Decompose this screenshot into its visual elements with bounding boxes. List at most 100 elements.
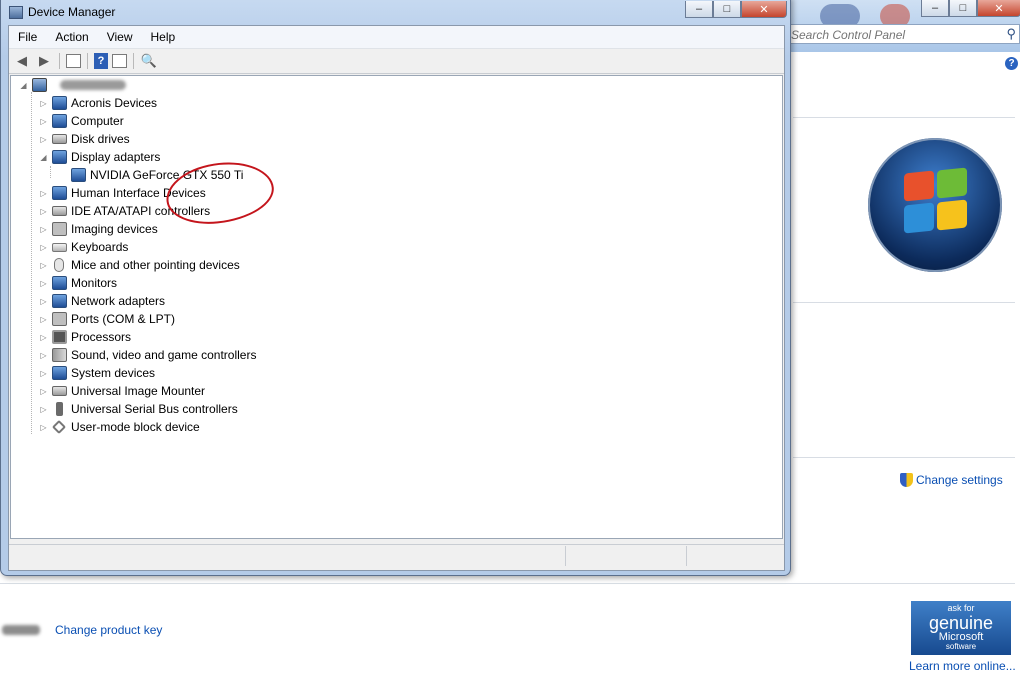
divider — [0, 583, 1015, 584]
disk-icon — [52, 134, 67, 144]
search-input[interactable] — [787, 25, 998, 45]
expand-arrow-icon[interactable]: ▷ — [39, 99, 48, 108]
tree-item-network-adapters[interactable]: ▷ Network adapters — [39, 292, 165, 310]
uac-shield-icon — [900, 473, 913, 487]
tree-item-label: Universal Serial Bus controllers — [71, 402, 238, 416]
forward-arrow-icon[interactable]: ▶ — [35, 52, 53, 70]
cp-minimize-button[interactable]: – — [921, 0, 949, 17]
tree-item-keyboards[interactable]: ▷ Keyboards — [39, 238, 128, 256]
mounter-icon — [52, 386, 67, 396]
view-icon[interactable] — [112, 54, 127, 68]
menu-view[interactable]: View — [98, 30, 142, 44]
tree-item-ports[interactable]: ▷ Ports (COM & LPT) — [39, 310, 175, 328]
genuine-badge-line2: genuine — [928, 613, 994, 633]
search-icon[interactable]: ⚲ — [1006, 26, 1016, 42]
expand-arrow-icon[interactable]: ▷ — [39, 135, 48, 144]
control-panel-window-controls: – □ ✕ — [921, 0, 1020, 17]
tree-item-label: Imaging devices — [71, 222, 158, 236]
mouse-icon — [54, 258, 64, 272]
menu-action[interactable]: Action — [46, 30, 97, 44]
expand-arrow-icon[interactable]: ▷ — [39, 351, 48, 360]
maximize-button[interactable]: □ — [713, 1, 741, 18]
tree-item-label: Computer — [71, 114, 124, 128]
tree-item-usb-controllers[interactable]: ▷ Universal Serial Bus controllers — [39, 400, 238, 418]
genuine-badge-line4: software — [945, 642, 977, 651]
tree-item-processors[interactable]: ▷ Processors — [39, 328, 131, 346]
status-pane — [566, 546, 687, 566]
divider — [793, 117, 1015, 118]
expand-arrow-icon[interactable]: ▷ — [39, 207, 48, 216]
status-bar — [9, 544, 784, 567]
tree-item-sound-video-game[interactable]: ▷ Sound, video and game controllers — [39, 346, 256, 364]
expand-arrow-icon[interactable]: ▷ — [39, 423, 48, 432]
expand-arrow-icon[interactable]: ▷ — [39, 261, 48, 270]
tree-item-disk-drives[interactable]: ▷ Disk drives — [39, 130, 130, 148]
close-button[interactable]: ✕ — [741, 1, 787, 18]
expand-arrow-icon[interactable]: ▷ — [39, 279, 48, 288]
tree-item-system-devices[interactable]: ▷ System devices — [39, 364, 155, 382]
expand-arrow-icon[interactable]: ▷ — [39, 243, 48, 252]
genuine-microsoft-badge[interactable]: ask for genuine Microsoft software — [911, 601, 1011, 655]
block-device-icon — [51, 419, 67, 435]
help-icon[interactable]: ? — [94, 53, 108, 69]
menu-help[interactable]: Help — [142, 30, 185, 44]
tree-guide-line — [31, 92, 32, 434]
learn-more-online-link[interactable]: Learn more online... — [909, 659, 1016, 673]
expand-arrow-icon[interactable]: ▷ — [39, 405, 48, 414]
device-tree: ◢ ▷ Acronis Devices ▷ Computer ▷ Disk dr… — [10, 75, 783, 539]
tree-item-monitors[interactable]: ▷ Monitors — [39, 274, 117, 292]
tree-item-imaging-devices[interactable]: ▷ Imaging devices — [39, 220, 158, 238]
help-icon[interactable]: ? — [1005, 57, 1018, 70]
change-product-key-link[interactable]: Change product key — [55, 623, 162, 637]
tree-item-display-adapters[interactable]: ◢ Display adapters — [39, 148, 160, 166]
tree-item-universal-image-mounter[interactable]: ▷ Universal Image Mounter — [39, 382, 205, 400]
tree-item-label: Display adapters — [71, 150, 161, 164]
tree-item-label: System devices — [71, 366, 156, 380]
tree-item-computer[interactable]: ▷ Computer — [39, 112, 124, 130]
cp-maximize-button[interactable]: □ — [949, 0, 977, 17]
tree-item-label: Processors — [71, 330, 132, 344]
divider — [793, 457, 1015, 458]
expand-arrow-icon[interactable]: ▷ — [39, 117, 48, 126]
computer-icon — [52, 114, 67, 128]
scan-hardware-icon[interactable]: 🔍 — [140, 52, 158, 70]
status-pane — [9, 546, 566, 566]
tree-item-user-mode-block-device[interactable]: ▷ User-mode block device — [39, 418, 200, 436]
expand-arrow-icon[interactable]: ▷ — [39, 369, 48, 378]
back-arrow-icon[interactable]: ◀ — [13, 52, 31, 70]
ide-icon — [52, 206, 67, 216]
cp-close-button[interactable]: ✕ — [977, 0, 1020, 17]
tree-item-label: Network adapters — [71, 294, 166, 308]
menu-bar: File Action View Help — [9, 26, 784, 49]
expand-arrow-icon[interactable]: ▷ — [39, 387, 48, 396]
tree-item-label: Sound, video and game controllers — [71, 348, 257, 362]
expand-arrow-icon[interactable]: ▷ — [39, 189, 48, 198]
processor-icon — [52, 330, 67, 344]
tree-item-mice[interactable]: ▷ Mice and other pointing devices — [39, 256, 240, 274]
device-manager-client: File Action View Help ◀ ▶ ? 🔍 ◢ ▷ Acroni… — [8, 25, 785, 571]
logo-red-pane — [904, 170, 934, 202]
device-manager-window: Device Manager – □ ✕ File Action View He… — [0, 0, 791, 576]
display-adapter-icon — [71, 168, 86, 182]
divider — [793, 302, 1015, 303]
tree-root[interactable]: ◢ — [19, 76, 51, 94]
collapse-arrow-icon[interactable]: ◢ — [39, 153, 48, 162]
properties-icon[interactable] — [66, 54, 81, 68]
expand-arrow-icon[interactable]: ▷ — [39, 225, 48, 234]
menu-file[interactable]: File — [9, 30, 46, 44]
expand-arrow-icon[interactable]: ▷ — [39, 315, 48, 324]
tree-item-label: Disk drives — [71, 132, 130, 146]
logo-yellow-pane — [937, 199, 967, 231]
collapse-arrow-icon[interactable]: ◢ — [19, 81, 28, 90]
toolbar-separator — [59, 53, 60, 69]
expand-arrow-icon[interactable]: ▷ — [39, 297, 48, 306]
system-icon — [52, 366, 67, 380]
tree-item-acronis-devices[interactable]: ▷ Acronis Devices — [39, 94, 157, 112]
computer-icon — [32, 78, 47, 92]
expand-arrow-icon[interactable]: ▷ — [39, 333, 48, 342]
change-settings-label: Change settings — [916, 473, 1003, 487]
minimize-button[interactable]: – — [685, 1, 713, 18]
tree-guide-line — [50, 166, 51, 178]
tree-item-label: Acronis Devices — [71, 96, 158, 110]
change-settings-link[interactable]: Change settings — [900, 473, 1003, 487]
